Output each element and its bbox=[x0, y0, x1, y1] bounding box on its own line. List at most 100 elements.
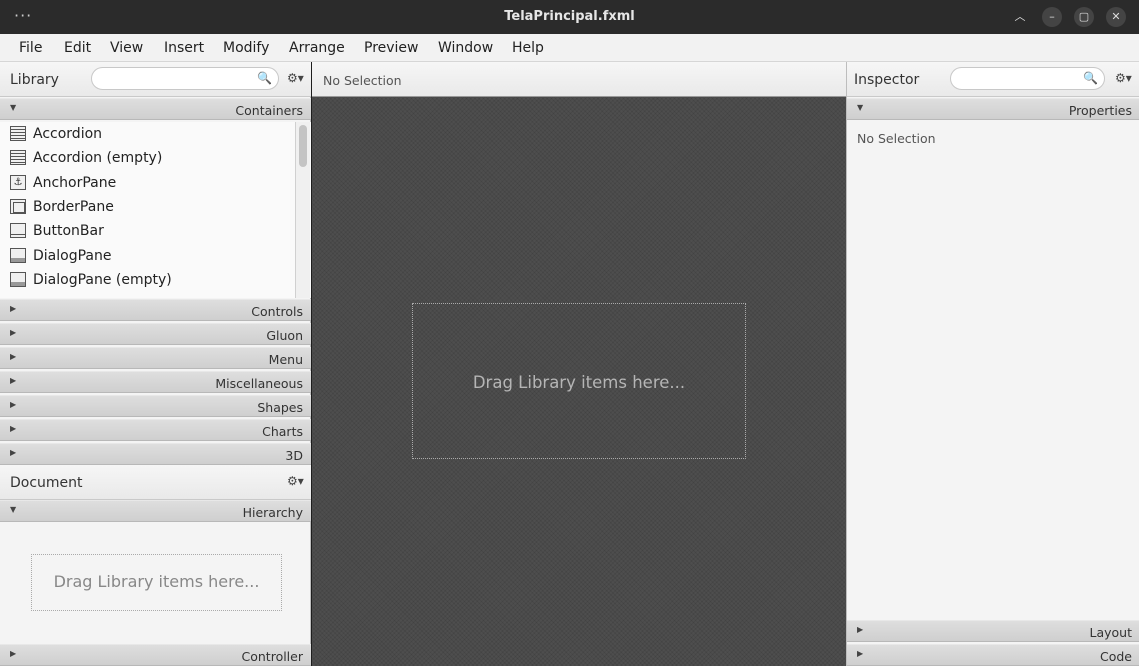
library-item-label: DialogPane (empty) bbox=[33, 272, 172, 288]
section-title: Menu bbox=[268, 352, 303, 367]
section-containers[interactable]: ▼ Containers bbox=[0, 98, 311, 120]
collapsed-arrow-icon: ▶ bbox=[10, 352, 17, 361]
library-item-label: Accordion bbox=[33, 126, 103, 142]
drop-hint: Drag Library items here... bbox=[472, 373, 686, 392]
library-scrollbar[interactable] bbox=[295, 122, 310, 298]
menu-file[interactable]: File bbox=[19, 40, 42, 56]
inspector-search-input[interactable]: 🔍 bbox=[950, 67, 1105, 90]
expanded-arrow-icon: ▼ bbox=[857, 103, 864, 112]
section-layout[interactable]: ▶ Layout bbox=[847, 620, 1139, 642]
menu-bar: File Edit View Insert Modify Arrange Pre… bbox=[0, 34, 1139, 62]
library-item-accordion[interactable]: Accordion bbox=[0, 122, 296, 146]
section-controls[interactable]: ▶ Controls bbox=[0, 299, 311, 321]
buttonbar-icon bbox=[10, 223, 26, 238]
section-miscellaneous[interactable]: ▶ Miscellaneous bbox=[0, 371, 311, 393]
section-title: Controller bbox=[241, 649, 304, 664]
library-item-borderpane[interactable]: BorderPane bbox=[0, 195, 296, 219]
section-menu[interactable]: ▶ Menu bbox=[0, 347, 311, 369]
section-title: Code bbox=[1099, 649, 1132, 664]
menu-arrange[interactable]: Arrange bbox=[289, 40, 345, 56]
menu-view[interactable]: View bbox=[110, 40, 143, 56]
library-item-accordion-empty[interactable]: Accordion (empty) bbox=[0, 146, 296, 170]
menu-help[interactable]: Help bbox=[512, 40, 544, 56]
window-title: TelaPrincipal.fxml bbox=[504, 9, 635, 24]
menu-window[interactable]: Window bbox=[438, 40, 493, 56]
section-title: Charts bbox=[262, 424, 303, 439]
maximize-button[interactable]: ▢ bbox=[1074, 7, 1094, 27]
section-title: Shapes bbox=[257, 400, 303, 415]
search-icon: 🔍 bbox=[257, 71, 272, 85]
section-code[interactable]: ▶ Code bbox=[847, 644, 1139, 666]
inspector-title: Inspector bbox=[854, 72, 920, 88]
collapse-icon[interactable]: ︿ bbox=[1010, 7, 1030, 27]
expanded-arrow-icon: ▼ bbox=[10, 505, 17, 514]
library-item-label: BorderPane bbox=[33, 199, 114, 215]
dialogpane-icon bbox=[10, 248, 26, 263]
section-shapes[interactable]: ▶ Shapes bbox=[0, 395, 311, 417]
menu-insert[interactable]: Insert bbox=[164, 40, 204, 56]
collapsed-arrow-icon: ▶ bbox=[10, 400, 17, 409]
section-title: Layout bbox=[1089, 625, 1133, 640]
library-item-label: Accordion (empty) bbox=[33, 150, 163, 166]
document-title: Document bbox=[10, 475, 83, 491]
library-header: Library 🔍 ⚙▾ bbox=[0, 62, 311, 97]
collapsed-arrow-icon: ▶ bbox=[10, 649, 17, 658]
section-title: Gluon bbox=[266, 328, 303, 343]
canvas-drop-zone[interactable]: Drag Library items here... bbox=[412, 303, 746, 459]
close-button[interactable]: ✕ bbox=[1106, 7, 1126, 27]
accordion-icon bbox=[10, 150, 26, 165]
library-item-dialogpane-empty[interactable]: DialogPane (empty) bbox=[0, 268, 296, 292]
minimize-button[interactable]: – bbox=[1042, 7, 1062, 27]
collapsed-arrow-icon: ▶ bbox=[10, 424, 17, 433]
collapsed-arrow-icon: ▶ bbox=[10, 376, 17, 385]
anchorpane-icon: ⚓ bbox=[10, 175, 26, 190]
library-item-label: ButtonBar bbox=[33, 223, 104, 239]
section-hierarchy[interactable]: ▼ Hierarchy bbox=[0, 500, 311, 522]
left-panel: Library 🔍 ⚙▾ ▼ Containers Accordion Acco… bbox=[0, 62, 311, 666]
scrollbar-thumb[interactable] bbox=[299, 125, 307, 167]
collapsed-arrow-icon: ▶ bbox=[10, 304, 17, 313]
search-icon: 🔍 bbox=[1083, 71, 1098, 85]
section-charts[interactable]: ▶ Charts bbox=[0, 419, 311, 441]
section-3d[interactable]: ▶ 3D bbox=[0, 443, 311, 465]
collapsed-arrow-icon: ▶ bbox=[857, 649, 864, 658]
expanded-arrow-icon: ▼ bbox=[10, 103, 17, 112]
drop-hint: Drag Library items here... bbox=[53, 572, 260, 591]
section-title: Properties bbox=[1068, 103, 1132, 118]
inspector-panel: Inspector 🔍 ⚙▾ ▼ Properties No Selection… bbox=[846, 62, 1139, 666]
library-gear-icon[interactable]: ⚙▾ bbox=[287, 71, 304, 85]
selection-status: No Selection bbox=[323, 73, 402, 88]
menu-preview[interactable]: Preview bbox=[364, 40, 419, 56]
inspector-header: Inspector 🔍 ⚙▾ bbox=[847, 62, 1139, 97]
borderpane-icon bbox=[10, 199, 26, 214]
library-item-anchorpane[interactable]: ⚓ AnchorPane bbox=[0, 171, 296, 195]
section-properties[interactable]: ▼ Properties bbox=[847, 98, 1139, 120]
selection-bar: No Selection bbox=[312, 62, 846, 97]
accordion-icon bbox=[10, 126, 26, 141]
title-bar: ··· TelaPrincipal.fxml ︿ – ▢ ✕ bbox=[0, 0, 1139, 34]
library-search-input[interactable]: 🔍 bbox=[91, 67, 279, 90]
collapsed-arrow-icon: ▶ bbox=[10, 448, 17, 457]
section-title: Controls bbox=[251, 304, 303, 319]
section-title: 3D bbox=[285, 448, 303, 463]
section-gluon[interactable]: ▶ Gluon bbox=[0, 323, 311, 345]
library-item-dialogpane[interactable]: DialogPane bbox=[0, 244, 296, 268]
hierarchy-drop-zone[interactable]: Drag Library items here... bbox=[31, 554, 282, 611]
section-title: Miscellaneous bbox=[215, 376, 303, 391]
library-item-buttonbar[interactable]: ButtonBar bbox=[0, 219, 296, 243]
dialogpane-icon bbox=[10, 272, 26, 287]
section-controller[interactable]: ▶ Controller bbox=[0, 644, 311, 666]
content-canvas[interactable]: No Selection Drag Library items here... bbox=[312, 62, 846, 666]
inspector-gear-icon[interactable]: ⚙▾ bbox=[1115, 71, 1132, 85]
menu-edit[interactable]: Edit bbox=[64, 40, 91, 56]
library-list: Accordion Accordion (empty) ⚓ AnchorPane… bbox=[0, 122, 311, 298]
library-item-label: AnchorPane bbox=[33, 175, 117, 191]
library-title: Library bbox=[10, 72, 59, 88]
document-gear-icon[interactable]: ⚙▾ bbox=[287, 474, 304, 488]
library-item-label: DialogPane bbox=[33, 248, 112, 264]
section-title: Containers bbox=[235, 103, 303, 118]
menu-modify[interactable]: Modify bbox=[223, 40, 269, 56]
collapsed-arrow-icon: ▶ bbox=[10, 328, 17, 337]
section-title: Hierarchy bbox=[242, 505, 303, 520]
document-header: Document ⚙▾ bbox=[0, 465, 311, 500]
